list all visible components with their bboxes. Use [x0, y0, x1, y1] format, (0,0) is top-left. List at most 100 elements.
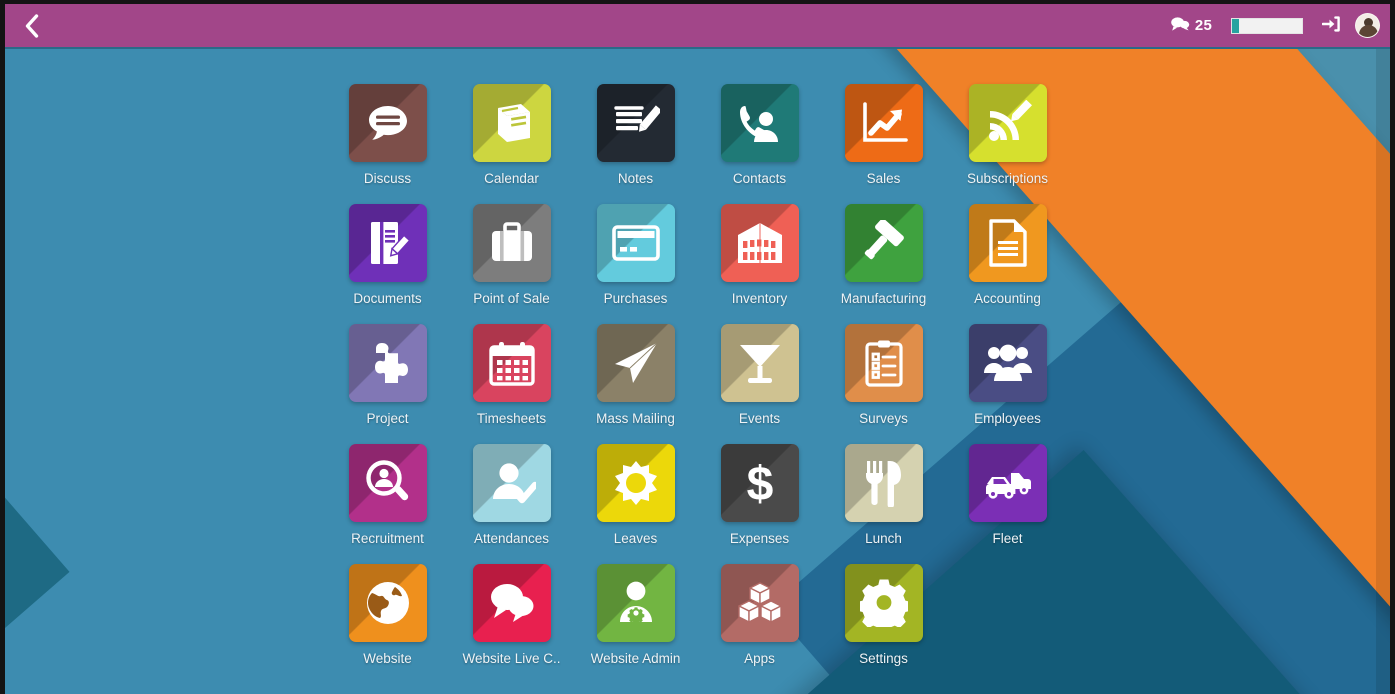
book-icon[interactable]: [472, 84, 551, 162]
app-tile-expenses[interactable]: $ Expenses: [698, 444, 822, 564]
app-tile-apps[interactable]: Apps: [698, 564, 822, 684]
app-tile-calendar[interactable]: Calendar: [450, 84, 574, 204]
app-label: Mass Mailing: [596, 411, 675, 426]
app-tile-website-admin[interactable]: Website Admin: [574, 564, 698, 684]
app-label: Manufacturing: [840, 291, 927, 306]
app-tile-sales[interactable]: Sales: [822, 84, 946, 204]
app-label: Leaves: [613, 531, 658, 546]
warehouse-icon[interactable]: [720, 204, 799, 282]
person-check-icon[interactable]: [472, 444, 551, 522]
app-label: Discuss: [363, 171, 412, 186]
app-label: Point of Sale: [473, 291, 550, 306]
cubes-icon[interactable]: [720, 564, 799, 642]
app-label: Sales: [866, 171, 901, 186]
app-label: Recruitment: [351, 531, 424, 546]
notes-pencil-icon[interactable]: [596, 84, 675, 162]
app-label: Apps: [744, 651, 775, 666]
app-tile-accounting[interactable]: Accounting: [946, 204, 1070, 324]
dollar-sign-icon[interactable]: $: [720, 444, 799, 522]
back-button[interactable]: [5, 4, 57, 48]
invoice-document-icon[interactable]: [968, 204, 1047, 282]
app-tile-documents[interactable]: Documents: [326, 204, 450, 324]
app-label: Events: [738, 411, 781, 426]
top-navigation-bar: 25: [5, 4, 1390, 49]
credit-card-icon[interactable]: [596, 204, 675, 282]
chevron-left-icon: [23, 13, 40, 38]
briefcase-icon[interactable]: [472, 204, 551, 282]
person-gear-icon[interactable]: [596, 564, 675, 642]
app-tile-leaves[interactable]: Leaves: [574, 444, 698, 564]
chat-bubbles-icon: [1170, 16, 1190, 35]
chat-bubbles-icon[interactable]: [472, 564, 551, 642]
clipboard-checklist-icon[interactable]: [844, 324, 923, 402]
chart-arrow-icon[interactable]: [844, 84, 923, 162]
app-label: Employees: [974, 411, 1041, 426]
app-tile-website[interactable]: Website: [326, 564, 450, 684]
phone-person-icon[interactable]: [720, 84, 799, 162]
app-tile-point-of-sale[interactable]: Point of Sale: [450, 204, 574, 324]
fork-knife-icon[interactable]: [844, 444, 923, 522]
avatar[interactable]: [1355, 13, 1380, 38]
cars-icon[interactable]: [968, 444, 1047, 522]
app-grid: Discuss Calendar Notes Contacts Sales Su…: [5, 49, 1390, 694]
app-label: Timesheets: [476, 411, 547, 426]
app-label: Purchases: [603, 291, 668, 306]
app-tile-surveys[interactable]: Surveys: [822, 324, 946, 444]
app-label: Attendances: [473, 531, 550, 546]
app-tile-attendances[interactable]: Attendances: [450, 444, 574, 564]
gear-icon[interactable]: [844, 564, 923, 642]
app-label: Fleet: [992, 531, 1023, 546]
app-tile-project[interactable]: Project: [326, 324, 450, 444]
app-label: Inventory: [731, 291, 788, 306]
magnifier-person-icon[interactable]: [348, 444, 427, 522]
app-tile-timesheets[interactable]: Timesheets: [450, 324, 574, 444]
app-tile-manufacturing[interactable]: Manufacturing: [822, 204, 946, 324]
messages-count: 25: [1194, 17, 1212, 34]
sign-in-arrow-icon: [1321, 16, 1340, 35]
app-label: Website: [363, 651, 412, 666]
app-label: Notes: [617, 171, 654, 186]
app-tile-discuss[interactable]: Discuss: [326, 84, 450, 204]
app-tile-contacts[interactable]: Contacts: [698, 84, 822, 204]
app-label: Website Admin: [590, 651, 681, 666]
rss-pencil-icon[interactable]: [968, 84, 1047, 162]
app-tile-events[interactable]: Events: [698, 324, 822, 444]
app-tile-fleet[interactable]: Fleet: [946, 444, 1070, 564]
app-label: Surveys: [859, 411, 908, 426]
app-label: Project: [366, 411, 409, 426]
cocktail-glass-icon[interactable]: [720, 324, 799, 402]
app-tile-recruitment[interactable]: Recruitment: [326, 444, 450, 564]
messages-button[interactable]: 25: [1161, 4, 1221, 48]
app-label: Expenses: [729, 531, 790, 546]
hammer-icon[interactable]: [844, 204, 923, 282]
app-launcher-screen: 25 Discuss Calendar Notes Contacts Sales…: [0, 0, 1395, 694]
app-tile-notes[interactable]: Notes: [574, 84, 698, 204]
calendar-grid-icon[interactable]: [472, 324, 551, 402]
app-label: Settings: [859, 651, 908, 666]
app-label: Website Live C..: [462, 651, 561, 666]
document-pencil-icon[interactable]: [348, 204, 427, 282]
people-group-icon[interactable]: [968, 324, 1047, 402]
sign-in-button[interactable]: [1313, 4, 1349, 48]
app-tile-lunch[interactable]: Lunch: [822, 444, 946, 564]
app-label: Documents: [353, 291, 422, 306]
app-tile-employees[interactable]: Employees: [946, 324, 1070, 444]
puzzle-piece-icon[interactable]: [348, 324, 427, 402]
svg-text:$: $: [746, 459, 773, 507]
app-tile-mass-mailing[interactable]: Mass Mailing: [574, 324, 698, 444]
app-tile-inventory[interactable]: Inventory: [698, 204, 822, 324]
topbar-right-controls: 25: [1161, 4, 1390, 48]
sun-icon[interactable]: [596, 444, 675, 522]
progress-bar[interactable]: [1231, 17, 1303, 34]
app-tile-subscriptions[interactable]: Subscriptions: [946, 84, 1070, 204]
app-tile-website-live-c[interactable]: Website Live C..: [450, 564, 574, 684]
paper-plane-icon[interactable]: [596, 324, 675, 402]
speech-bubble-icon[interactable]: [348, 84, 427, 162]
app-tile-purchases[interactable]: Purchases: [574, 204, 698, 324]
app-label: Contacts: [732, 171, 787, 186]
globe-icon[interactable]: [348, 564, 427, 642]
app-tile-settings[interactable]: Settings: [822, 564, 946, 684]
app-label: Subscriptions: [966, 171, 1049, 186]
progress-bar-fill: [1232, 18, 1239, 33]
app-label: Calendar: [484, 171, 539, 186]
